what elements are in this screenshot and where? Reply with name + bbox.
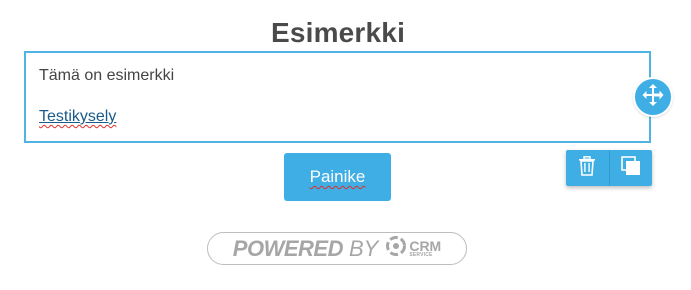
crm-service-logo: CRM SERVICE — [386, 236, 441, 261]
crm-text: CRM — [409, 238, 442, 254]
duplicate-button[interactable] — [608, 150, 652, 186]
block-action-toolbar — [566, 150, 652, 186]
text-line-intro[interactable]: Tämä on esimerkki — [39, 67, 174, 85]
survey-link-label: Testikysely — [39, 108, 117, 125]
powered-text: POWERED — [232, 235, 344, 261]
delete-button[interactable] — [566, 150, 609, 186]
by-text: BY — [348, 235, 379, 261]
page-title[interactable]: Esimerkki — [0, 17, 676, 49]
editor-canvas: Esimerkki Tämä on esimerkki Testikysely — [0, 0, 691, 290]
move-handle[interactable] — [633, 77, 673, 117]
move-arrows-icon — [641, 83, 665, 112]
text-block-selected[interactable]: Tämä on esimerkki Testikysely — [24, 51, 651, 143]
primary-button[interactable]: Painike — [284, 153, 391, 201]
copy-icon — [620, 155, 641, 181]
powered-by-badge[interactable]: POWERED BY CRM SERVICE — [207, 232, 467, 265]
service-text: SERVICE — [409, 252, 433, 258]
primary-button-label: Painike — [309, 167, 366, 186]
trash-icon — [578, 155, 596, 181]
survey-link[interactable]: Testikysely — [39, 108, 116, 126]
crm-swirl-icon — [386, 236, 407, 261]
